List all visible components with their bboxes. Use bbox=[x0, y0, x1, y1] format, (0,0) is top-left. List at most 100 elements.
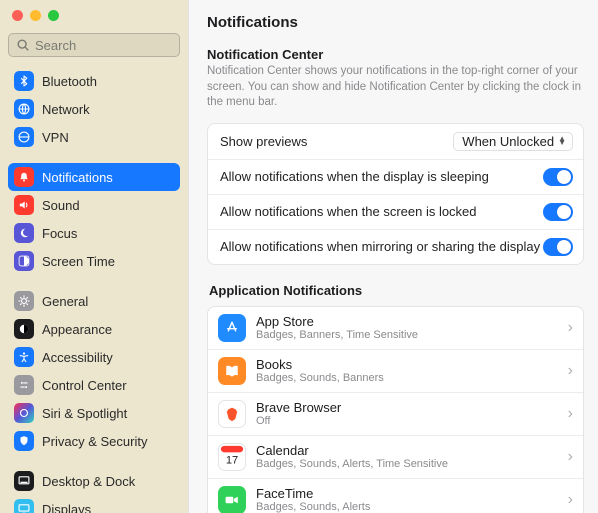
fullscreen-window-button[interactable] bbox=[48, 10, 59, 21]
sidebar-item-displays[interactable]: Displays bbox=[8, 495, 180, 513]
show-previews-popup[interactable]: When Unlocked ▲▼ bbox=[453, 132, 573, 151]
sidebar-item-label: Accessibility bbox=[42, 350, 113, 365]
svg-text:17: 17 bbox=[226, 454, 238, 466]
sidebar-item-label: Appearance bbox=[42, 322, 112, 337]
sidebar-item-appearance[interactable]: Appearance bbox=[8, 315, 180, 343]
app-name: Books bbox=[256, 357, 558, 372]
chevron-right-icon: › bbox=[568, 449, 573, 465]
sidebar-item-label: Screen Time bbox=[42, 254, 115, 269]
app-row[interactable]: BooksBadges, Sounds, Banners › bbox=[208, 349, 583, 392]
page-title: Notifications bbox=[207, 14, 584, 31]
sidebar-item-label: General bbox=[42, 294, 88, 309]
app-subtitle: Off bbox=[256, 415, 558, 427]
sidebar-item-siri-spotlight[interactable]: Siri & Spotlight bbox=[8, 399, 180, 427]
sidebar-item-label: VPN bbox=[42, 130, 69, 145]
sidebar-item-general-icon bbox=[14, 291, 34, 311]
sidebar-item-label: Siri & Spotlight bbox=[42, 406, 127, 421]
sidebar-item-label: Bluetooth bbox=[42, 74, 97, 89]
sidebar-item-desktop-dock-icon bbox=[14, 471, 34, 491]
search-icon bbox=[16, 38, 30, 52]
general-settings-card: Show previews When Unlocked ▲▼ Allow notifi… bbox=[207, 123, 584, 265]
minimize-window-button[interactable] bbox=[30, 10, 41, 21]
sidebar-item-general[interactable]: General bbox=[8, 287, 180, 315]
search-input[interactable] bbox=[8, 33, 180, 57]
setting-label: Show previews bbox=[220, 134, 307, 149]
app-name: App Store bbox=[256, 314, 558, 329]
setting-label: Allow notifications when the display is … bbox=[220, 169, 489, 184]
sidebar-item-focus[interactable]: Focus bbox=[8, 219, 180, 247]
window-controls bbox=[8, 8, 180, 33]
notification-center-description: Notification Center shows your notificat… bbox=[207, 64, 584, 111]
sidebar: Bluetooth Network VPN Notifications Sound Foc… bbox=[0, 0, 188, 513]
app-row[interactable]: FaceTimeBadges, Sounds, Alerts › bbox=[208, 478, 583, 513]
app-row[interactable]: App StoreBadges, Banners, Time Sensitive… bbox=[208, 307, 583, 349]
setting-row-3: Allow notifications when mirroring or sh… bbox=[208, 229, 583, 264]
close-window-button[interactable] bbox=[12, 10, 23, 21]
sidebar-item-privacy-security-icon bbox=[14, 431, 34, 451]
sidebar-item-desktop-dock[interactable]: Desktop & Dock bbox=[8, 467, 180, 495]
sidebar-item-network-icon bbox=[14, 99, 34, 119]
app-icon bbox=[218, 486, 246, 513]
sidebar-item-notifications-icon bbox=[14, 167, 34, 187]
app-row[interactable]: Brave BrowserOff › bbox=[208, 392, 583, 435]
sidebar-item-label: Focus bbox=[42, 226, 77, 241]
setting-label: Allow notifications when mirroring or sh… bbox=[220, 239, 540, 254]
sidebar-item-bluetooth[interactable]: Bluetooth bbox=[8, 67, 180, 95]
sidebar-item-control-center[interactable]: Control Center bbox=[8, 371, 180, 399]
sidebar-item-label: Desktop & Dock bbox=[42, 474, 135, 489]
chevron-right-icon: › bbox=[568, 320, 573, 336]
sidebar-item-screen-time-icon bbox=[14, 251, 34, 271]
sidebar-item-accessibility-icon bbox=[14, 347, 34, 367]
sidebar-item-label: Control Center bbox=[42, 378, 127, 393]
setting-row-0: Show previews When Unlocked ▲▼ bbox=[208, 124, 583, 159]
app-row[interactable]: 17 CalendarBadges, Sounds, Alerts, Time S… bbox=[208, 435, 583, 478]
app-icon bbox=[218, 314, 246, 342]
sidebar-item-label: Displays bbox=[42, 502, 91, 513]
setting-label: Allow notifications when the screen is l… bbox=[220, 204, 477, 219]
sidebar-item-sound[interactable]: Sound bbox=[8, 191, 180, 219]
sidebar-item-sound-icon bbox=[14, 195, 34, 215]
app-icon bbox=[218, 357, 246, 385]
sidebar-item-appearance-icon bbox=[14, 319, 34, 339]
sidebar-item-siri-spotlight-icon bbox=[14, 403, 34, 423]
notification-center-heading: Notification Center bbox=[207, 47, 584, 62]
app-subtitle: Badges, Sounds, Alerts bbox=[256, 501, 558, 513]
sidebar-item-displays-icon bbox=[14, 499, 34, 513]
sidebar-item-focus-icon bbox=[14, 223, 34, 243]
sidebar-item-label: Network bbox=[42, 102, 90, 117]
app-name: Brave Browser bbox=[256, 400, 558, 415]
chevron-right-icon: › bbox=[568, 492, 573, 508]
app-notifications-heading: Application Notifications bbox=[209, 283, 584, 298]
popup-value: When Unlocked bbox=[462, 134, 554, 149]
setting-switch-1[interactable] bbox=[543, 168, 573, 186]
sidebar-item-label: Privacy & Security bbox=[42, 434, 147, 449]
popup-stepper-icon: ▲▼ bbox=[558, 137, 566, 146]
setting-row-1: Allow notifications when the display is … bbox=[208, 159, 583, 194]
sidebar-item-control-center-icon bbox=[14, 375, 34, 395]
app-subtitle: Badges, Sounds, Alerts, Time Sensitive bbox=[256, 458, 558, 470]
chevron-right-icon: › bbox=[568, 406, 573, 422]
app-notifications-card: App StoreBadges, Banners, Time Sensitive… bbox=[207, 306, 584, 513]
sidebar-item-label: Notifications bbox=[42, 170, 113, 185]
app-icon bbox=[218, 400, 246, 428]
sidebar-item-network[interactable]: Network bbox=[8, 95, 180, 123]
app-name: Calendar bbox=[256, 443, 558, 458]
sidebar-item-label: Sound bbox=[42, 198, 80, 213]
app-icon: 17 bbox=[218, 443, 246, 471]
app-subtitle: Badges, Sounds, Banners bbox=[256, 372, 558, 384]
sidebar-item-vpn-icon bbox=[14, 127, 34, 147]
sidebar-item-screen-time[interactable]: Screen Time bbox=[8, 247, 180, 275]
sidebar-item-accessibility[interactable]: Accessibility bbox=[8, 343, 180, 371]
sidebar-item-vpn[interactable]: VPN bbox=[8, 123, 180, 151]
setting-switch-3[interactable] bbox=[543, 238, 573, 256]
app-subtitle: Badges, Banners, Time Sensitive bbox=[256, 329, 558, 341]
chevron-right-icon: › bbox=[568, 363, 573, 379]
setting-row-2: Allow notifications when the screen is l… bbox=[208, 194, 583, 229]
sidebar-item-bluetooth-icon bbox=[14, 71, 34, 91]
setting-switch-2[interactable] bbox=[543, 203, 573, 221]
sidebar-item-notifications[interactable]: Notifications bbox=[8, 163, 180, 191]
sidebar-item-privacy-security[interactable]: Privacy & Security bbox=[8, 427, 180, 455]
search-field bbox=[8, 33, 180, 57]
app-name: FaceTime bbox=[256, 486, 558, 501]
content-pane: Notifications Notification Center Notifi… bbox=[188, 0, 598, 513]
